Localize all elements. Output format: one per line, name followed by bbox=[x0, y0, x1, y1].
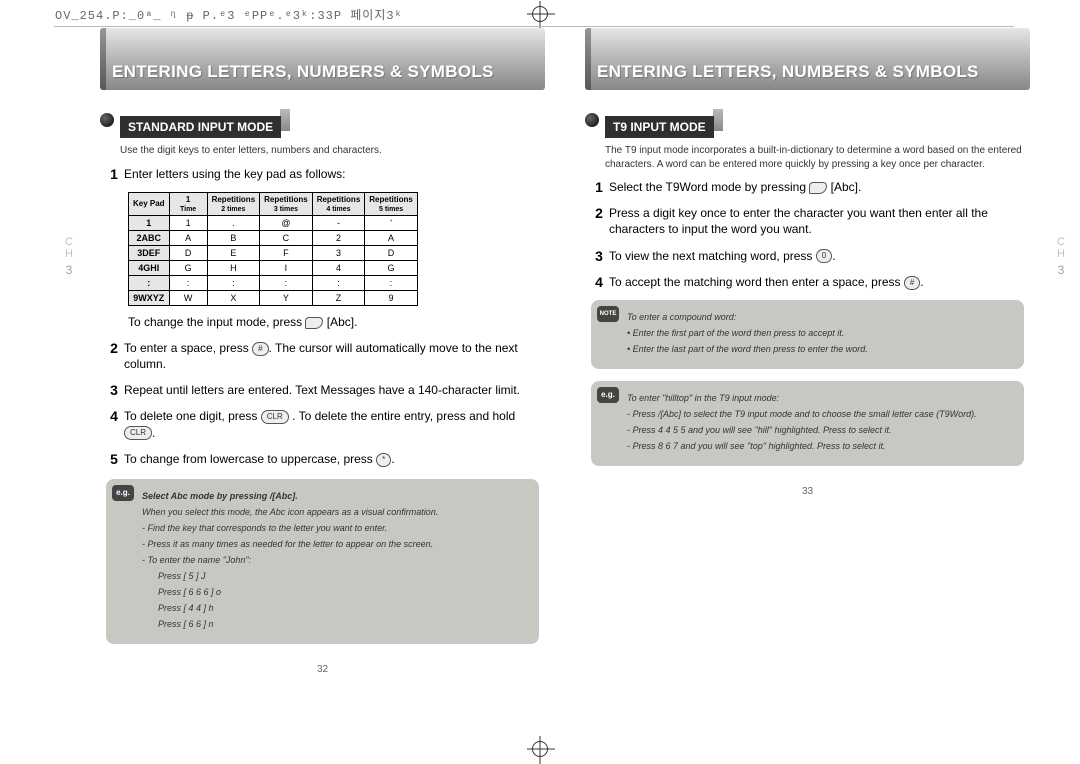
star-key-icon: * bbox=[376, 453, 391, 467]
eg-badge-icon: e.g. bbox=[112, 485, 134, 501]
bullet-icon bbox=[100, 113, 114, 127]
step-1: 1 Enter letters using the key pad as fol… bbox=[100, 166, 545, 182]
page-right: CH 3 ENTERING LETTERS, NUMBERS & SYMBOLS… bbox=[585, 28, 1030, 675]
eg-badge-icon: e.g. bbox=[597, 387, 619, 403]
example-callout-left: e.g. Select Abc mode by pressing /[Abc].… bbox=[106, 479, 539, 644]
page-spread: CH 3 ENTERING LETTERS, NUMBERS & SYMBOLS… bbox=[50, 0, 1030, 675]
intro-right: The T9 input mode incorporates a built-i… bbox=[605, 144, 1030, 171]
section-heading-right: T9 INPUT MODE bbox=[585, 102, 1030, 138]
hash-key-icon: # bbox=[252, 342, 268, 356]
note-callout: NOTE To enter a compound word: • Enter t… bbox=[591, 300, 1024, 369]
softkey-icon bbox=[809, 182, 827, 194]
crop-mark-bottom bbox=[532, 741, 548, 757]
page-header-title: ENTERING LETTERS, NUMBERS & SYMBOLS bbox=[112, 62, 494, 82]
page-number-right: 33 bbox=[585, 486, 1030, 497]
note-badge-icon: NOTE bbox=[597, 306, 619, 322]
section-tail-icon bbox=[280, 109, 290, 131]
clr-key-icon: CLR bbox=[261, 410, 289, 424]
keypad-table: Key Pad 1Time Repetitions2 times Repetit… bbox=[128, 192, 418, 306]
hash-key-icon: # bbox=[904, 276, 920, 290]
top-rule bbox=[54, 26, 1014, 27]
intro-left: Use the digit keys to enter letters, num… bbox=[120, 144, 545, 158]
softkey-icon bbox=[305, 317, 323, 329]
chapter-marker-left: CH 3 bbox=[56, 236, 82, 276]
section-heading-left: STANDARD INPUT MODE bbox=[100, 102, 545, 138]
section-tail-icon bbox=[713, 109, 723, 131]
page-header-left: ENTERING LETTERS, NUMBERS & SYMBOLS bbox=[100, 28, 545, 90]
example-callout-right: e.g. To enter "hilltop" in the T9 input … bbox=[591, 381, 1024, 466]
bullet-icon bbox=[585, 113, 599, 127]
page-header-right: ENTERING LETTERS, NUMBERS & SYMBOLS bbox=[585, 28, 1030, 90]
chapter-marker-right: CH 3 bbox=[1048, 236, 1074, 276]
zero-key-icon: 0 bbox=[816, 249, 832, 263]
clr-key-icon-2: CLR bbox=[124, 426, 152, 440]
page-left: CH 3 ENTERING LETTERS, NUMBERS & SYMBOLS… bbox=[100, 28, 545, 675]
page-number-left: 32 bbox=[100, 664, 545, 675]
crop-mark-top bbox=[532, 6, 548, 22]
file-path-bar: OV_254.P:_0ᵃ_ ᶯ ᵽ P.ᵉ3 ᵉPPᵉ.ᵉ3ᵏ:33P 페이지3… bbox=[55, 6, 403, 23]
section-title-left: STANDARD INPUT MODE bbox=[120, 116, 281, 138]
